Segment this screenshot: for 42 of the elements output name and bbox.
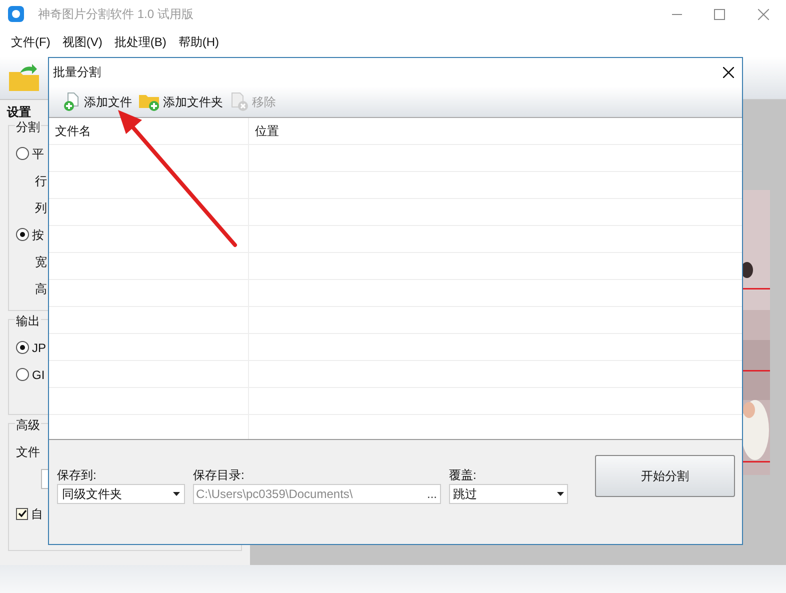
menu-item[interactable]: 帮助(H) <box>173 33 224 51</box>
overwrite-dropdown[interactable]: 跳过 <box>449 484 568 504</box>
save-dir-label: 保存目录: <box>193 467 246 484</box>
window-title: 神奇图片分割软件 1.0 试用版 <box>38 6 194 23</box>
checkbox[interactable] <box>16 508 28 520</box>
close-icon <box>758 8 768 20</box>
remove-file-icon <box>229 92 251 112</box>
save-to-label: 保存到: <box>57 467 98 484</box>
field-label: 行 <box>35 172 47 190</box>
save-to-dropdown[interactable]: 同级文件夹 <box>57 484 185 504</box>
radio-label: JP <box>32 340 46 356</box>
dropdown-caret-icon <box>173 492 180 496</box>
app-icon <box>8 6 24 22</box>
batch-button[interactable] <box>8 64 40 92</box>
menu-item[interactable]: 批处理(B) <box>109 33 172 51</box>
radio-button[interactable] <box>16 368 29 381</box>
dropdown-caret-icon <box>557 492 564 496</box>
menu-item[interactable]: 文件(F) <box>6 33 56 51</box>
radio-button[interactable] <box>16 147 29 160</box>
close-icon <box>722 66 734 78</box>
column-header[interactable]: 位置 <box>249 118 742 144</box>
radio-label: 平 <box>32 146 44 162</box>
checkbox-label: 自 <box>31 506 43 522</box>
maximize-icon <box>714 8 724 20</box>
field-label: 宽 <box>35 254 47 270</box>
radio-label: 按 <box>32 226 44 244</box>
toolbar-button[interactable]: 添加文件夹 <box>138 92 223 112</box>
dialog-title: 批量分割 <box>53 64 101 81</box>
panel-title: 设置 <box>7 104 32 121</box>
field-label: 列 <box>35 200 47 216</box>
radio-label: GI <box>32 366 45 384</box>
field-label: 高 <box>35 280 47 298</box>
start-button[interactable]: 开始分割 <box>595 455 735 497</box>
radio-button[interactable] <box>16 228 29 241</box>
group-label: 分割 <box>15 118 41 136</box>
group-label: 输出 <box>15 312 41 330</box>
radio-button[interactable] <box>16 341 29 354</box>
toolbar-button[interactable]: 添加文件 <box>63 92 132 112</box>
menu-item[interactable]: 视图(V) <box>57 33 108 51</box>
folder-arrow-icon <box>8 64 40 92</box>
overwrite-label: 覆盖: <box>449 467 478 484</box>
field-label: 文件 <box>16 444 40 460</box>
